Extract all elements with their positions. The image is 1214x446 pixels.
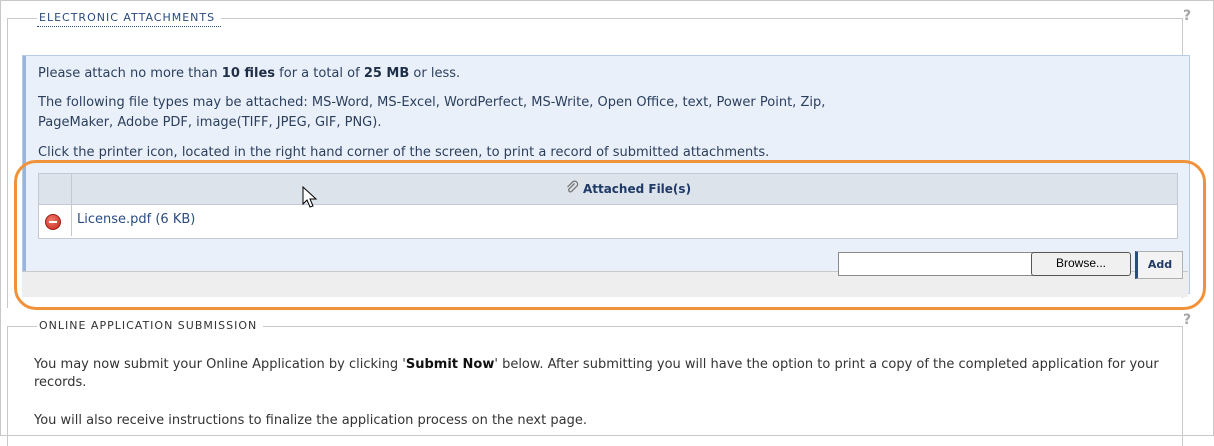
file-types-text-line1: The following file types may be attached… bbox=[38, 95, 826, 110]
section-title-electronic-attachments[interactable]: Electronic Attachments bbox=[37, 10, 222, 27]
section-title-online-submission: Online Application Submission bbox=[37, 318, 264, 334]
orange-highlight-outline bbox=[14, 160, 1206, 310]
online-application-submission-section: Online Application Submission You may no… bbox=[7, 318, 1183, 446]
help-icon[interactable]: ? bbox=[1180, 8, 1194, 24]
mouse-cursor-icon bbox=[302, 186, 318, 208]
submission-instructions-text: You may now submit your Online Applicati… bbox=[34, 357, 1159, 390]
file-types-text-line2: PageMaker, Adobe PDF, image(TIFF, JPEG, … bbox=[38, 115, 382, 130]
help-icon-submission[interactable]: ? bbox=[1180, 312, 1194, 328]
finalize-instructions-text: You will also receive instructions to fi… bbox=[34, 413, 587, 428]
printer-instructions-text: Click the printer icon, located in the r… bbox=[38, 145, 770, 160]
attachment-limit-text: Please attach no more than 10 files for … bbox=[38, 66, 461, 81]
